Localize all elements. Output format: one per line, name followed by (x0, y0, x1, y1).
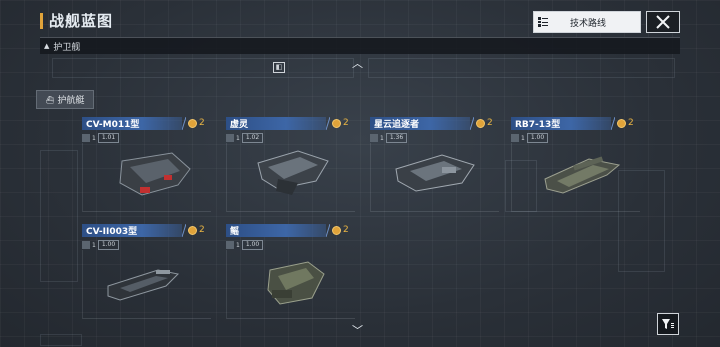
ship-card[interactable]: 虚灵 2 1 1.02 (226, 117, 355, 212)
coin-icon (617, 118, 626, 128)
blueprint-marker-icon: ◧ (273, 62, 285, 73)
header-stripes (326, 224, 330, 237)
page-title: 战舰蓝图 (49, 12, 114, 30)
header-stripes (611, 117, 615, 130)
coin-icon (188, 118, 197, 128)
ship-cost: 2 (188, 225, 205, 235)
ship-class-icon: ⛴ (45, 95, 55, 104)
coin-icon (188, 225, 197, 235)
ship-cost: 2 (476, 118, 493, 128)
ship-name: RB7-13型 (511, 117, 611, 130)
coin-icon (332, 118, 341, 128)
scroll-up-chevron-icon[interactable]: ︿ (352, 55, 363, 71)
ship-image (395, 154, 475, 192)
blueprint-deco (52, 58, 354, 78)
title-accent (40, 12, 43, 29)
ship-cost: 2 (188, 118, 205, 128)
ship-type-icon (511, 134, 519, 142)
ship-type-icon (226, 134, 234, 142)
ship-cost: 2 (332, 118, 349, 128)
blueprint-deco (40, 150, 78, 282)
tech-route-icon (534, 12, 552, 32)
title-area: 战舰蓝图 (40, 10, 113, 31)
ship-card[interactable]: CV-II003型 2 1 1.00 (82, 224, 211, 319)
ship-image (119, 152, 191, 196)
header-stripes (470, 117, 474, 130)
ship-cost: 2 (332, 225, 349, 235)
ship-name: CV-II003型 (82, 224, 182, 237)
ship-card[interactable]: RB7-13型 2 1 1.00 (511, 117, 640, 212)
destroyer-section-label: 护航艇 (57, 96, 85, 106)
filter-icon (662, 319, 674, 329)
close-button[interactable] (646, 11, 680, 33)
tech-route-button[interactable]: 技术路线 (533, 11, 641, 33)
ship-name: CV-M011型 (82, 117, 182, 130)
blueprint-deco (368, 58, 675, 78)
collapse-triangle-icon: ▲ (44, 42, 50, 50)
ship-type-icon (82, 241, 90, 249)
header-stripes (182, 117, 186, 130)
escort-section-header[interactable]: ▲ 护卫舰 (40, 37, 680, 54)
ship-card[interactable]: 星云追逐者 2 1 1.36 (370, 117, 499, 212)
header-stripes (182, 224, 186, 237)
escort-section-label: 护卫舰 (53, 42, 81, 53)
destroyer-section-tab[interactable]: ⛴ 护航艇 (36, 90, 94, 109)
ship-name: 星云追逐者 (370, 117, 470, 130)
ship-image (544, 156, 621, 194)
ship-name: 虚灵 (226, 117, 326, 130)
ship-type-icon (226, 241, 234, 249)
close-icon (656, 15, 670, 29)
ship-card[interactable]: 鳐 2 1 1.00 (226, 224, 355, 319)
ship-type-icon (370, 134, 378, 142)
ship-image (257, 150, 329, 195)
filter-button[interactable] (657, 313, 679, 335)
coin-icon (332, 225, 341, 235)
coin-icon (476, 118, 485, 128)
ship-cost: 2 (617, 118, 634, 128)
tech-route-label: 技术路线 (569, 18, 606, 29)
ship-name: 鳐 (226, 224, 326, 237)
blueprint-deco (40, 334, 82, 346)
ship-type-icon (82, 134, 90, 142)
ship-image (267, 261, 325, 305)
ship-image (107, 269, 180, 301)
header-stripes (326, 117, 330, 130)
ship-card[interactable]: CV-M011型 2 1 1.01 (82, 117, 211, 212)
scroll-down-chevron-icon[interactable]: ﹀ (352, 322, 363, 338)
